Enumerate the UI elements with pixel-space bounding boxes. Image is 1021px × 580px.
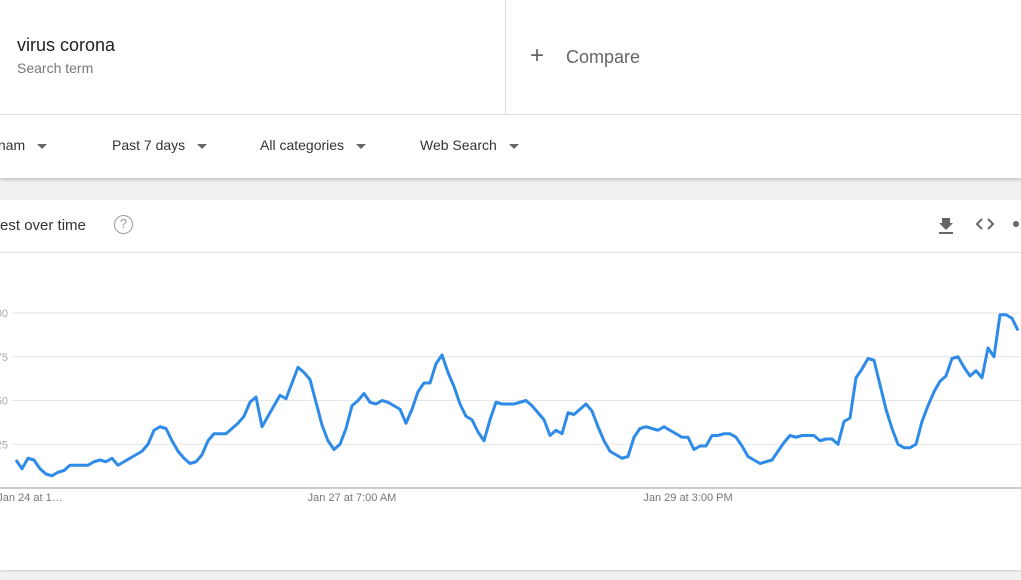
y-tick-label: 100 bbox=[0, 308, 8, 320]
time-label: Past 7 days bbox=[112, 137, 186, 153]
region-filter[interactable]: Vietnam bbox=[0, 137, 48, 153]
compare-button[interactable]: + Compare bbox=[506, 0, 1021, 115]
series-line bbox=[14, 313, 1020, 478]
line-chart: 25 50 75 100 Jan 24 at 1… Jan 27 at 7:00 AM Ja… bbox=[0, 308, 1021, 504]
interest-over-time-card: Interest over time ? 255075100Jan 24 at … bbox=[0, 200, 1021, 570]
y-tick-label: 50 bbox=[0, 396, 8, 408]
category-filter[interactable]: All categories bbox=[260, 137, 367, 153]
chevron-down-icon bbox=[508, 143, 519, 149]
chevron-down-icon bbox=[197, 143, 208, 149]
compare-label: Compare bbox=[566, 47, 641, 67]
chevron-down-icon bbox=[37, 143, 48, 149]
time-filter[interactable]: Past 7 days bbox=[112, 137, 208, 153]
plus-icon: + bbox=[530, 42, 545, 69]
search-term-box[interactable]: virus corona Search term bbox=[0, 0, 506, 115]
x-tick-label: Jan 29 at 3:00 PM bbox=[643, 492, 732, 504]
search-type-label: Web Search bbox=[420, 137, 497, 153]
search-header: virus corona Search term + Compare Vietn… bbox=[0, 0, 1021, 178]
search-term[interactable]: virus corona bbox=[17, 35, 115, 56]
y-tick-label: 75 bbox=[0, 352, 8, 364]
y-tick-label: 25 bbox=[0, 439, 8, 451]
region-label: Vietnam bbox=[0, 137, 26, 153]
category-label: All categories bbox=[260, 137, 345, 153]
x-tick-label: Jan 27 at 7:00 AM bbox=[308, 492, 397, 504]
x-tick-label: Jan 24 at 1… bbox=[0, 492, 63, 504]
chevron-down-icon bbox=[356, 143, 367, 149]
search-term-label: Search term bbox=[17, 60, 94, 76]
search-type-filter[interactable]: Web Search bbox=[420, 137, 519, 153]
